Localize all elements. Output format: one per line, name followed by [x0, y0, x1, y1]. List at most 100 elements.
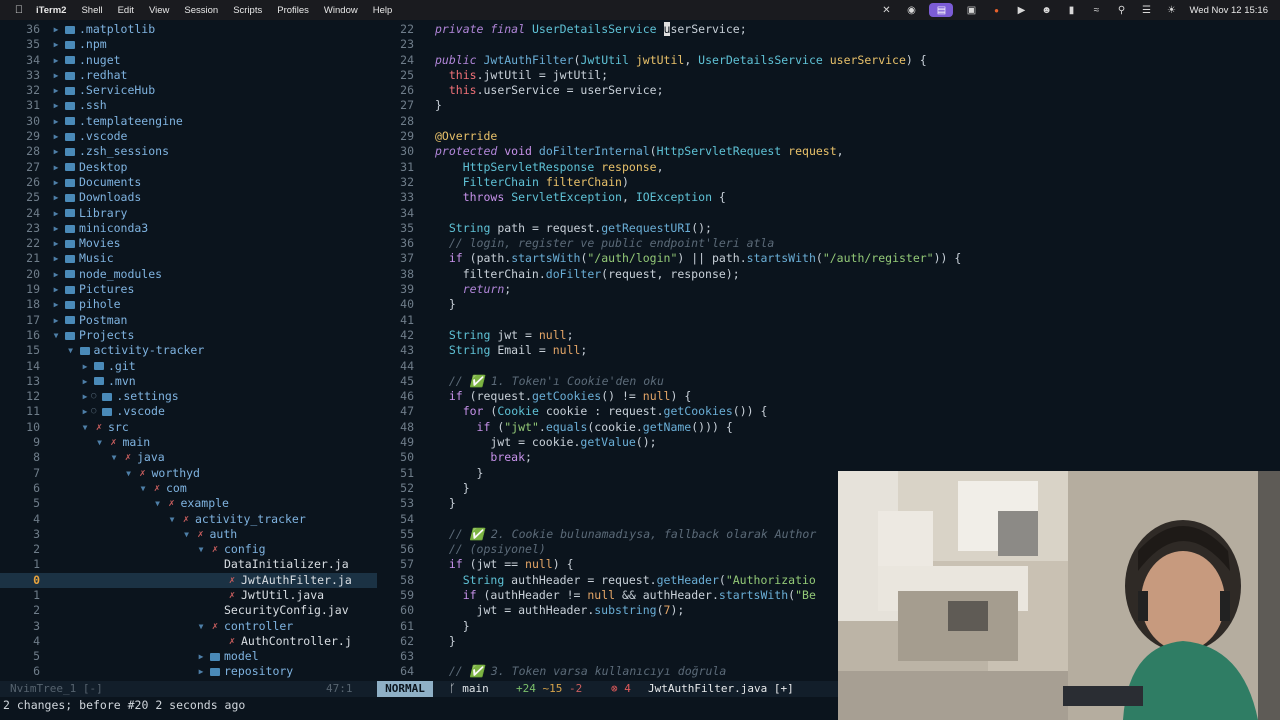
chevron-right-icon[interactable]: ▶ [79, 404, 91, 419]
tree-folder-name[interactable]: .ssh [79, 98, 107, 113]
tree-row[interactable]: 10 ▼ ✗ src [0, 420, 377, 435]
chevron-down-icon[interactable]: ▼ [79, 420, 91, 435]
chevron-right-icon[interactable]: ▶ [50, 267, 62, 282]
code-text[interactable]: } [435, 481, 470, 496]
code-text[interactable]: this.userService = userService; [435, 83, 664, 98]
tree-folder-name[interactable]: .nuget [79, 53, 121, 68]
tree-row[interactable]: 13 ▶ .mvn [0, 374, 377, 389]
chevron-down-icon[interactable]: ▼ [166, 512, 178, 527]
code-line[interactable]: 27} [377, 98, 1280, 113]
code-line[interactable]: 26 this.userService = userService; [377, 83, 1280, 98]
tree-folder-name[interactable]: java [137, 450, 165, 465]
tree-node[interactable]: DataInitializer.ja [224, 557, 349, 572]
chevron-right-icon[interactable]: ▶ [195, 649, 207, 664]
menu-session[interactable]: Session [184, 5, 218, 16]
code-text[interactable]: jwt = cookie.getValue(); [435, 435, 656, 450]
tree-folder-name[interactable]: .vscode [79, 129, 127, 144]
tree-node[interactable]: ▼ ✗ config [195, 542, 266, 557]
code-text[interactable]: filterChain.doFilter(request, response); [435, 267, 740, 282]
code-line[interactable]: 49 jwt = cookie.getValue(); [377, 435, 1280, 450]
tree-node[interactable]: ▶ Documents [50, 175, 142, 190]
code-line[interactable]: 39 return; [377, 282, 1280, 297]
tree-file-name[interactable]: JwtAuthFilter.ja [241, 573, 352, 588]
tree-folder-name[interactable]: repository [224, 664, 293, 679]
code-line[interactable]: 36 // login, register ve public endpoint… [377, 236, 1280, 251]
chevron-right-icon[interactable]: ▶ [50, 190, 62, 205]
tree-folder-name[interactable]: activity_tracker [195, 512, 306, 527]
tree-row[interactable]: 5 ▼ ✗ example [0, 496, 377, 511]
tree-node[interactable]: ▶ .ServiceHub [50, 83, 156, 98]
tree-node[interactable]: ▼ ✗ activity_tracker [166, 512, 306, 527]
tree-row[interactable]: 1 ✗ JwtUtil.java [0, 588, 377, 603]
code-text[interactable]: @Override [435, 129, 497, 144]
tree-row[interactable]: 6 ▶ repository [0, 664, 377, 679]
code-text[interactable]: // ✅ 2. Cookie bulunamadıysa, fallback o… [435, 527, 816, 542]
code-text[interactable]: break; [435, 450, 532, 465]
tree-node[interactable]: ▼ Projects [50, 328, 135, 343]
tree-row[interactable]: 11 ▶ ○ .vscode [0, 404, 377, 419]
code-text[interactable]: if ("jwt".equals(cookie.getName())) { [435, 420, 733, 435]
chevron-right-icon[interactable]: ▶ [195, 664, 207, 679]
tree-row[interactable]: 3 ▼ ✗ controller [0, 619, 377, 634]
code-line[interactable]: 37 if (path.startsWith("/auth/login") ||… [377, 251, 1280, 266]
tree-row[interactable]: 21 ▶ Music [0, 251, 377, 266]
tree-file-name[interactable]: SecurityConfig.jav [224, 603, 349, 618]
code-text[interactable]: public JwtAuthFilter(JwtUtil jwtUtil, Us… [435, 53, 927, 68]
tree-folder-name[interactable]: Downloads [79, 190, 141, 205]
chevron-right-icon[interactable]: ▶ [50, 22, 62, 37]
screen-record-icon[interactable]: ▣ [964, 4, 978, 16]
tree-row[interactable]: 18 ▶ pihole [0, 297, 377, 312]
chevron-right-icon[interactable]: ▶ [79, 374, 91, 389]
tree-node[interactable]: ▼ ✗ auth [181, 527, 238, 542]
tree-folder-name[interactable]: auth [210, 527, 238, 542]
code-text[interactable]: for (Cookie cookie : request.getCookies(… [435, 404, 768, 419]
code-line[interactable]: 38 filterChain.doFilter(request, respons… [377, 267, 1280, 282]
tree-row[interactable]: 4 ✗ AuthController.j [0, 634, 377, 649]
chevron-right-icon[interactable]: ▶ [79, 359, 91, 374]
tree-node[interactable]: ▶ .matplotlib [50, 22, 156, 37]
chevron-right-icon[interactable]: ▶ [50, 83, 62, 98]
tree-row[interactable]: 14 ▶ .git [0, 359, 377, 374]
tree-node[interactable]: ▶ .redhat [50, 68, 128, 83]
code-text[interactable]: jwt = authHeader.substring(7); [435, 603, 685, 618]
tree-row[interactable]: 25 ▶ Downloads [0, 190, 377, 205]
tree-folder-name[interactable]: .settings [116, 389, 178, 404]
code-text[interactable]: } [435, 98, 442, 113]
tree-node[interactable]: ▶ ○ .settings [79, 389, 179, 404]
tree-node[interactable]: ▶ .mvn [79, 374, 136, 389]
tree-node[interactable]: SecurityConfig.jav [224, 603, 349, 618]
code-text[interactable]: return; [435, 282, 511, 297]
tree-node[interactable]: ▶ Downloads [50, 190, 142, 205]
chevron-right-icon[interactable]: ▶ [50, 160, 62, 175]
code-line[interactable]: 41 [377, 313, 1280, 328]
tree-row[interactable]: 30 ▶ .templateengine [0, 114, 377, 129]
tree-row[interactable]: 0 ✗ JwtAuthFilter.ja [0, 572, 377, 588]
tree-folder-name[interactable]: com [166, 481, 187, 496]
search-icon[interactable]: ⚲ [1114, 4, 1128, 16]
menu-scripts[interactable]: Scripts [233, 5, 262, 16]
tree-row[interactable]: 31 ▶ .ssh [0, 98, 377, 113]
chevron-right-icon[interactable]: ▶ [50, 53, 62, 68]
chevron-right-icon[interactable]: ▶ [50, 297, 62, 312]
tree-node[interactable]: ▶ node_modules [50, 267, 163, 282]
tree-node[interactable]: ▼ ✗ src [79, 420, 129, 435]
tree-node[interactable]: ✗ JwtUtil.java [224, 588, 324, 603]
menubar-clock[interactable]: Wed Nov 12 15:16 [1189, 5, 1268, 16]
tree-folder-name[interactable]: .mvn [108, 374, 136, 389]
tree-row[interactable]: 8 ▼ ✗ java [0, 450, 377, 465]
tree-folder-name[interactable]: .matplotlib [79, 22, 155, 37]
code-line[interactable]: 43 String Email = null; [377, 343, 1280, 358]
chevron-right-icon[interactable]: ▶ [50, 206, 62, 221]
code-line[interactable]: 40 } [377, 297, 1280, 312]
chevron-down-icon[interactable]: ▼ [94, 435, 106, 450]
tree-row[interactable]: 22 ▶ Movies [0, 236, 377, 251]
tree-node[interactable]: ▶ Library [50, 206, 128, 221]
code-text[interactable]: if (path.startsWith("/auth/login") || pa… [435, 251, 961, 266]
tree-row[interactable]: 17 ▶ Postman [0, 313, 377, 328]
tree-folder-name[interactable]: Pictures [79, 282, 134, 297]
code-text[interactable]: } [435, 496, 456, 511]
tree-node[interactable]: ▶ pihole [50, 297, 121, 312]
code-text[interactable]: // ✅ 3. Token varsa kullanıcıyı doğrula [435, 664, 726, 679]
menu-profiles[interactable]: Profiles [277, 5, 309, 16]
chevron-right-icon[interactable]: ▶ [50, 114, 62, 129]
